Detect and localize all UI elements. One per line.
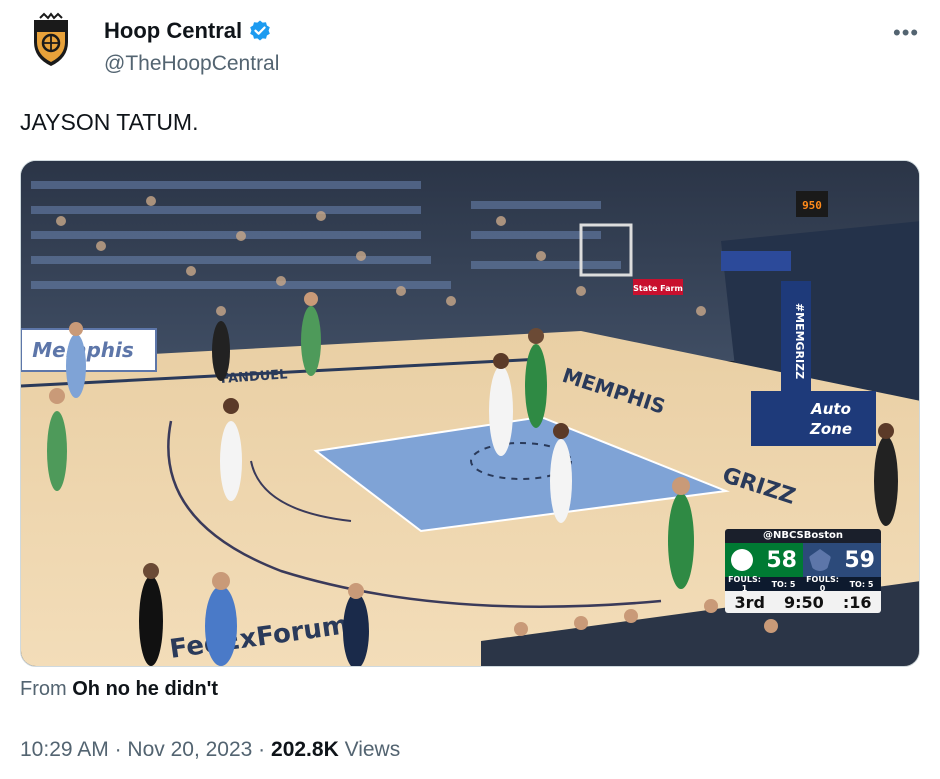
tweet-text: JAYSON TATUM. (20, 109, 199, 135)
svg-text:950: 950 (802, 199, 822, 212)
meta-separator: · (108, 738, 128, 761)
avatar[interactable] (22, 12, 80, 70)
home-fouls: FOULS: 1 (728, 575, 761, 593)
views-count[interactable]: 202.8K (271, 738, 339, 761)
away-team: 59 (803, 543, 881, 577)
author-handle[interactable]: @TheHoopCentral (104, 52, 279, 76)
scoreboard-clock: 3rd 9:50 :16 (725, 591, 881, 613)
tweet-meta: 10:29 AM · Nov 20, 2023 · 202.8K Views (20, 738, 400, 762)
video-source: From Oh no he didn't (20, 678, 218, 701)
scoreboard-scores: 58 59 (725, 543, 881, 577)
author-name-row: Hoop Central (104, 18, 272, 44)
home-team: 58 (725, 543, 803, 577)
more-dots-icon[interactable]: ••• (893, 20, 919, 46)
home-timeouts: TO: 5 (771, 579, 796, 589)
svg-text:Auto: Auto (810, 400, 851, 418)
away-timeouts: TO: 5 (849, 579, 874, 589)
away-score: 59 (844, 547, 875, 573)
tweet-time[interactable]: 10:29 AM (20, 738, 109, 761)
views-label: Views (344, 738, 401, 761)
tweet-date[interactable]: Nov 20, 2023 (127, 738, 252, 761)
game-clock: 9:50 (784, 592, 824, 612)
home-score: 58 (766, 547, 797, 573)
celtics-logo-icon (731, 549, 753, 571)
scoreboard-network: @NBCSBoston (725, 529, 881, 543)
source-prefix: From (20, 678, 67, 700)
author-display-name[interactable]: Hoop Central (104, 18, 242, 44)
meta-separator: · (252, 738, 272, 761)
svg-text:#MEMGRIZZ: #MEMGRIZZ (793, 303, 806, 379)
hoop-central-shield-logo-icon (34, 12, 68, 66)
away-fouls: FOULS: 0 (806, 575, 839, 593)
grizzlies-logo-icon (809, 549, 831, 571)
shot-clock: :16 (842, 592, 872, 612)
scoreboard-fouls: FOULS: 1 TO: 5 FOULS: 0 TO: 5 (725, 575, 881, 593)
verified-badge-icon (250, 20, 270, 41)
source-link[interactable]: Oh no he didn't (72, 678, 218, 700)
scoreboard: @NBCSBoston 58 59 FOULS: 1 TO: 5 FOULS: … (725, 529, 881, 621)
tweet-video[interactable]: Memphis FANDUEL MEMPHIS GRIZZ FedExForum… (20, 160, 920, 667)
quarter: 3rd (734, 592, 765, 612)
svg-text:Zone: Zone (809, 420, 852, 438)
svg-text:State Farm: State Farm (633, 284, 683, 293)
